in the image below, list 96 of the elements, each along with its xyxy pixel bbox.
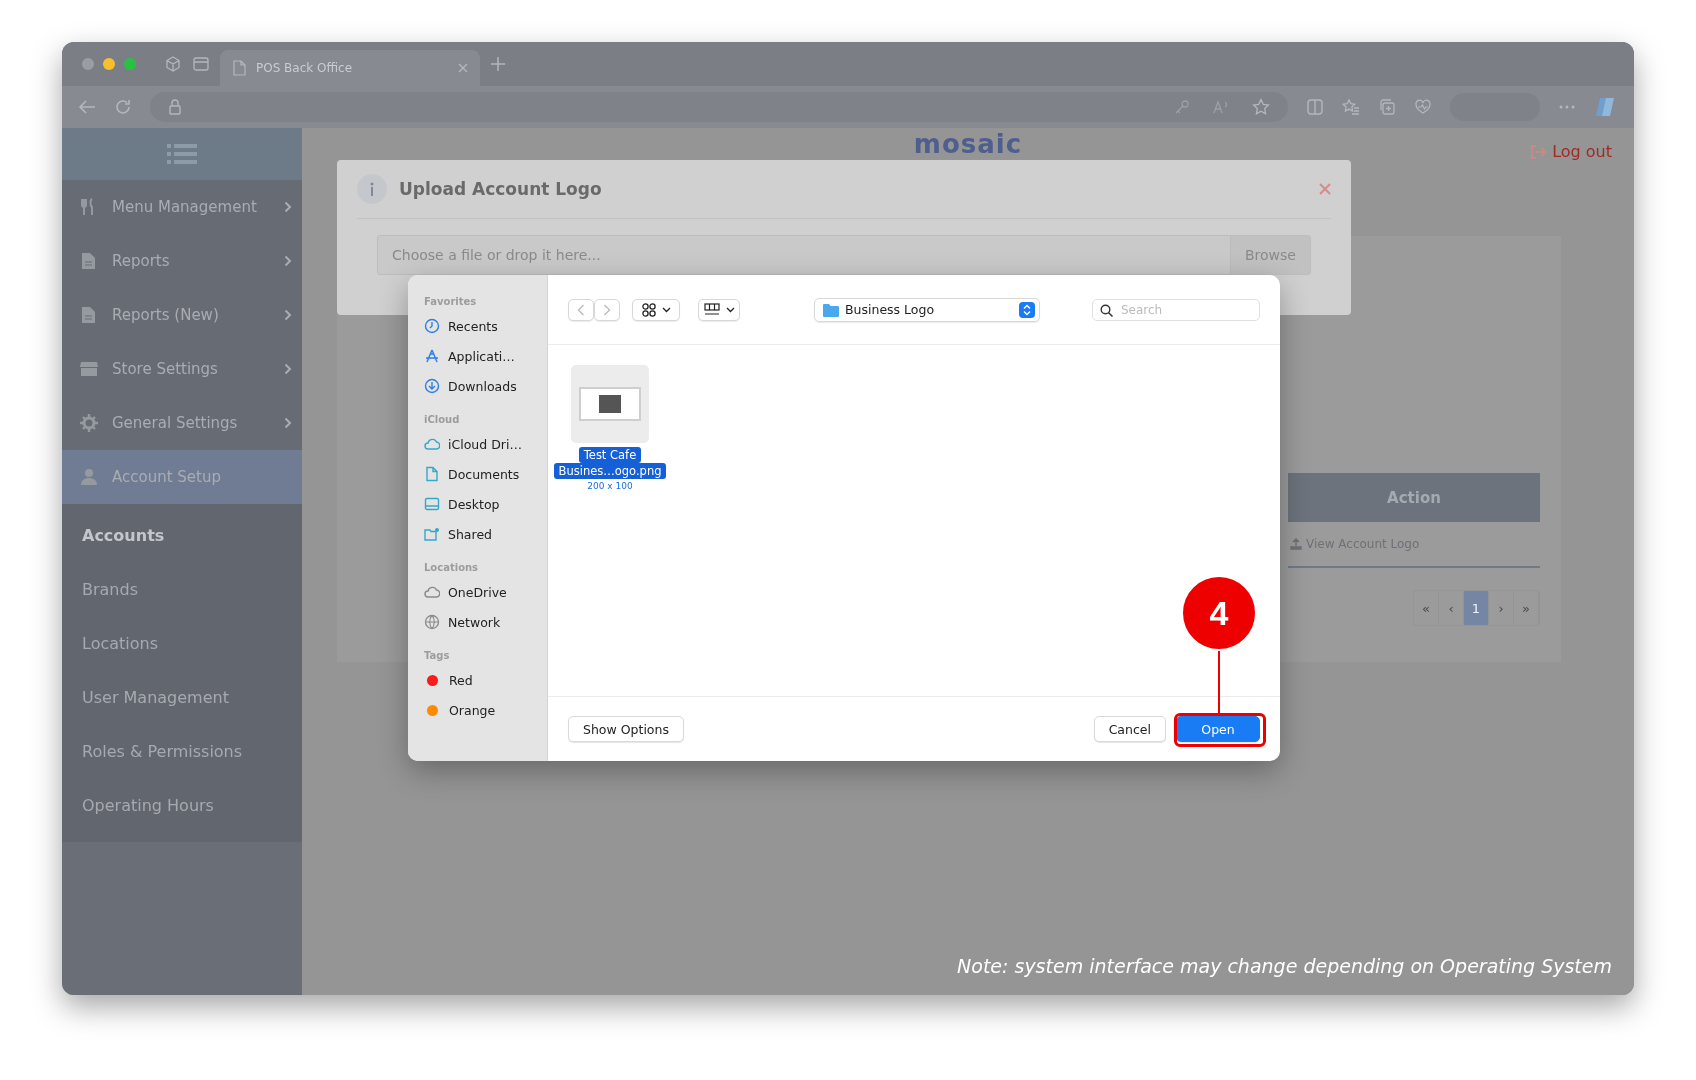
- chevron-right-icon: [603, 303, 611, 316]
- window-control-button[interactable]: [103, 58, 115, 70]
- view-mode-button[interactable]: [632, 298, 680, 321]
- sidebar-item[interactable]: Account Setup: [62, 450, 302, 504]
- lock-icon: [168, 99, 182, 115]
- file-dimensions: 200 x 100: [587, 481, 633, 491]
- sidebar-subitem[interactable]: Accounts: [62, 508, 302, 562]
- open-button[interactable]: Open: [1176, 716, 1260, 742]
- stepper-icon: [1023, 303, 1031, 316]
- search-field[interactable]: Search: [1092, 298, 1260, 321]
- section-heading: iCloud: [424, 412, 461, 427]
- sidebar-subitem[interactable]: Roles & Permissions: [62, 724, 302, 778]
- group-icon: [703, 302, 720, 317]
- image-placeholder: [579, 387, 641, 421]
- document-icon: [232, 60, 246, 76]
- reload-icon[interactable]: [114, 98, 132, 116]
- section-heading: Favorites: [424, 294, 478, 309]
- plus-icon[interactable]: [490, 56, 506, 72]
- tab-actions-icon[interactable]: [192, 55, 210, 73]
- cloud-icon: [424, 584, 440, 600]
- window-control-button[interactable]: [124, 58, 136, 70]
- file-thumbnail[interactable]: [571, 365, 649, 443]
- sidebar-item[interactable]: OneDrive: [424, 577, 547, 607]
- favorites-icon[interactable]: [1342, 98, 1360, 116]
- back-arrow-icon[interactable]: [78, 99, 96, 115]
- chevron-down-icon: [661, 306, 671, 313]
- page-button[interactable]: ›: [1489, 591, 1514, 625]
- globe-icon: [424, 614, 440, 630]
- leader-line: [1218, 651, 1220, 714]
- sidebar-item[interactable]: Desktop: [424, 489, 547, 519]
- sidebar-item[interactable]: Network: [424, 607, 547, 637]
- location-dropdown[interactable]: Business Logo: [814, 297, 1040, 322]
- file-name[interactable]: Test Cafe: [578, 447, 642, 463]
- note-text: Note: system interface may change depending on Operating System: [957, 955, 1612, 977]
- folder-icon: [823, 302, 839, 317]
- cancel-button[interactable]: Cancel: [1093, 716, 1166, 742]
- file-name[interactable]: Busines…ogo.png: [553, 463, 667, 479]
- sidebar-subitem[interactable]: Operating Hours: [62, 778, 302, 832]
- tab-title: POS Back Office: [256, 61, 354, 75]
- grid-icon: [641, 302, 656, 317]
- collections-icon[interactable]: [1378, 98, 1396, 116]
- logout-link[interactable]: Log out: [1530, 142, 1612, 161]
- app-store-icon: [424, 348, 440, 364]
- menu-icon[interactable]: [167, 143, 197, 165]
- dialog-title: Upload Account Logo: [399, 179, 603, 199]
- document-icon: [80, 306, 98, 324]
- page-button[interactable]: 1: [1464, 591, 1489, 625]
- browser-tab[interactable]: POS Back Office: [220, 50, 480, 86]
- search-icon: [1100, 303, 1113, 317]
- sidebar-subitem[interactable]: Brands: [62, 562, 302, 616]
- shared-folder-icon: [424, 526, 440, 542]
- star-icon[interactable]: [1252, 98, 1270, 116]
- heart-pulse-icon[interactable]: [1414, 98, 1432, 116]
- page-button[interactable]: »: [1514, 591, 1539, 625]
- download-icon: [424, 378, 440, 394]
- chevron-down-icon: [725, 306, 735, 313]
- sidebar-item[interactable]: Documents: [424, 459, 547, 489]
- read-aloud-icon[interactable]: [1212, 99, 1230, 115]
- sign-out-icon: [1530, 144, 1547, 159]
- forward-button[interactable]: [594, 298, 620, 321]
- section-heading: Locations: [424, 560, 480, 575]
- sidebar-item[interactable]: Downloads: [424, 371, 547, 401]
- cube-icon[interactable]: [164, 55, 182, 73]
- upload-icon: [1290, 538, 1302, 550]
- person-icon: [80, 468, 98, 486]
- sidebar-item[interactable]: Recents: [424, 311, 547, 341]
- window-control-button[interactable]: [82, 58, 94, 70]
- more-icon[interactable]: [1558, 104, 1576, 110]
- sidebar-subitem[interactable]: User Management: [62, 670, 302, 724]
- desktop-icon: [424, 496, 440, 512]
- key-icon[interactable]: [1174, 99, 1190, 115]
- show-options-button[interactable]: Show Options: [568, 716, 684, 742]
- group-button[interactable]: [698, 298, 740, 321]
- gear-icon: [80, 414, 98, 432]
- close-icon[interactable]: [1319, 183, 1331, 195]
- sidebar-item[interactable]: Shared: [424, 519, 547, 549]
- cloud-icon: [424, 436, 440, 452]
- info-icon: [369, 182, 375, 196]
- address-bar[interactable]: [150, 92, 1288, 122]
- back-button[interactable]: [568, 298, 594, 321]
- sidebar-item[interactable]: Applicati…: [424, 341, 547, 371]
- store-icon: [80, 360, 98, 378]
- split-screen-icon[interactable]: [1306, 98, 1324, 116]
- table-header: Action: [1288, 473, 1540, 522]
- close-icon[interactable]: [458, 63, 468, 73]
- sidebar-subitem[interactable]: Locations: [62, 616, 302, 670]
- chevron-left-icon: [577, 303, 585, 316]
- sidebar-item[interactable]: Red: [424, 665, 547, 695]
- sidebar-item[interactable]: Orange: [424, 695, 547, 725]
- page-button[interactable]: «: [1414, 591, 1439, 625]
- sidebar-item[interactable]: iCloud Dri…: [424, 429, 547, 459]
- document-icon: [424, 466, 440, 482]
- clock-icon: [424, 318, 440, 334]
- logo: mosaic: [913, 129, 1023, 159]
- document-icon: [80, 252, 98, 270]
- section-heading: Tags: [424, 648, 451, 663]
